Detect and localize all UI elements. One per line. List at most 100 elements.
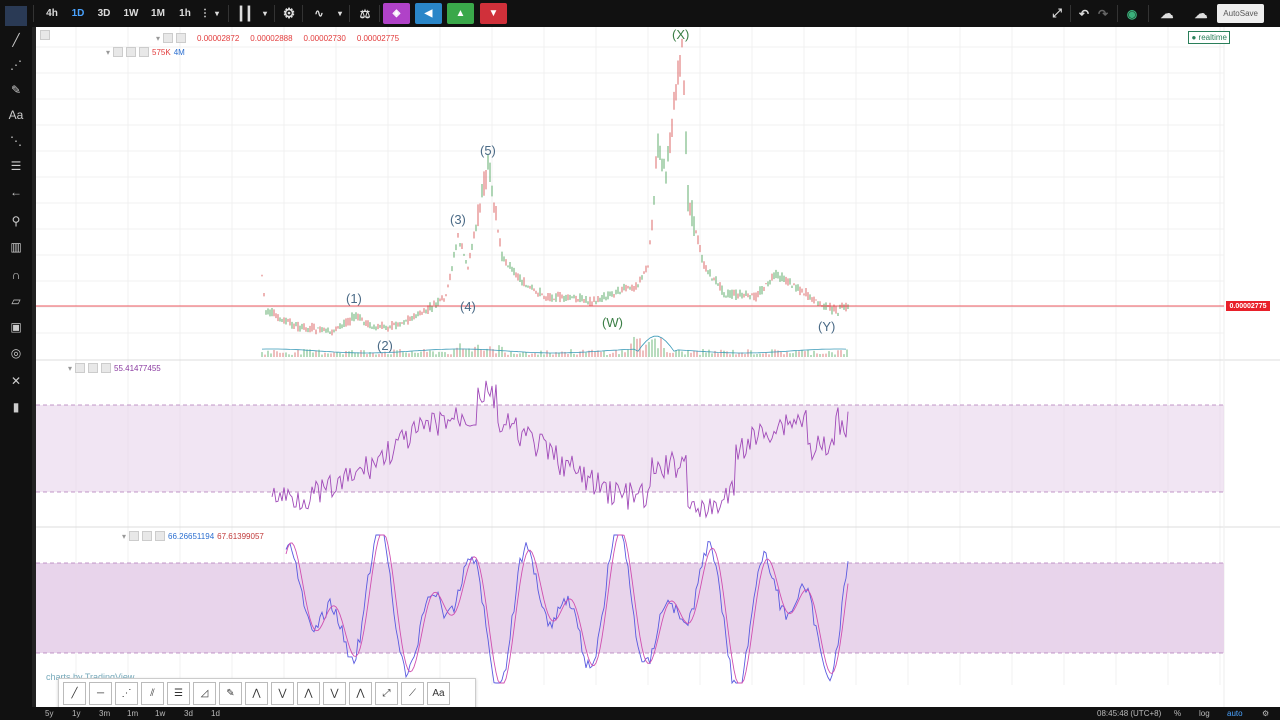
stoch-band	[36, 563, 1224, 653]
percent-toggle[interactable]: %	[1174, 708, 1181, 719]
candles-icon[interactable]: ┃┃	[234, 3, 256, 24]
rsi-legend: ▾ 55.41477455	[68, 363, 161, 373]
chart-area[interactable]: ▾ 0.00002872 0.00002888 0.00002730 0.000…	[36, 27, 1280, 707]
text-icon[interactable]: Aa	[5, 105, 27, 125]
path-tool-icon[interactable]: ⤢	[375, 681, 398, 705]
lock-icon[interactable]: ▣	[5, 317, 27, 337]
rsi-settings-icon[interactable]	[75, 363, 86, 373]
measure-icon[interactable]: ☰	[5, 156, 27, 176]
redo-icon[interactable]: ↷	[1092, 3, 1114, 24]
chart-canvas[interactable]	[36, 27, 1280, 707]
publish-idea-icon[interactable]: ◀	[415, 3, 442, 24]
volume-close-icon[interactable]	[139, 47, 150, 57]
buy-icon[interactable]: ▲	[447, 3, 474, 24]
settings-gear-icon[interactable]: ⚙	[1262, 708, 1269, 719]
wave-label-y: (Y)	[818, 319, 836, 334]
wave-label-1: (1)	[346, 291, 362, 306]
more-intervals-icon[interactable]: ⋮	[200, 3, 210, 24]
arrow-left-icon[interactable]: ←	[5, 182, 27, 202]
fib-tool-icon[interactable]: ☰	[167, 681, 190, 705]
interval-1m[interactable]: 1M	[148, 3, 168, 24]
indicators-dropdown-icon[interactable]: ▾	[333, 3, 347, 24]
stoch-d-value: 67.61399057	[217, 531, 264, 541]
compare-icon[interactable]: ⚖	[354, 3, 376, 24]
interval-1d[interactable]: 1D	[68, 3, 88, 24]
camera-icon[interactable]: ◉	[1121, 3, 1143, 24]
interval-dropdown-icon[interactable]: ▾	[210, 3, 224, 24]
chart-type-dropdown-icon[interactable]: ▾	[258, 3, 272, 24]
divider	[1148, 5, 1149, 22]
rsi-close-icon[interactable]	[101, 363, 112, 373]
tools-icon[interactable]: ✕	[5, 371, 27, 391]
volume-ma-line	[261, 335, 847, 354]
scripts-icon[interactable]: ◈	[383, 3, 410, 24]
pattern-icon[interactable]: ⋱	[5, 131, 27, 151]
legend-hide-icon[interactable]	[176, 33, 187, 43]
rsi-value: 55.41477455	[114, 363, 161, 373]
brush-icon[interactable]: ✎	[5, 80, 27, 100]
range-5y[interactable]: 5y	[45, 708, 53, 719]
range-1d[interactable]: 1d	[211, 708, 220, 719]
interval-1h[interactable]: 1h	[175, 3, 195, 24]
indicators-icon[interactable]: ∿	[308, 3, 330, 24]
stoch-hide-icon[interactable]	[142, 531, 153, 541]
horizontal-ray-tool-icon[interactable]: ─	[89, 681, 112, 705]
rsi-hide-icon[interactable]	[88, 363, 99, 373]
wave-tool-5-icon[interactable]: ⋀	[349, 681, 372, 705]
autosave-button[interactable]: AutoSave	[1217, 4, 1264, 23]
zoom-icon[interactable]: ⚲	[5, 211, 27, 231]
wave-tool-1-icon[interactable]: ⋀	[245, 681, 268, 705]
ruler-icon[interactable]: ▱	[5, 291, 27, 311]
channel-tool-icon[interactable]: ⫽	[141, 681, 164, 705]
eye-icon[interactable]: ◎	[5, 343, 27, 363]
main-legend: ▾ 0.00002872 0.00002888 0.00002730 0.000…	[156, 33, 400, 43]
divider	[33, 5, 34, 22]
stoch-settings-icon[interactable]	[129, 531, 140, 541]
interval-3d[interactable]: 3D	[94, 3, 114, 24]
wave-tool-4-icon[interactable]: ⋁	[323, 681, 346, 705]
interval-1w[interactable]: 1W	[121, 3, 141, 24]
range-1m[interactable]: 1m	[127, 708, 138, 719]
volume-settings-icon[interactable]	[113, 47, 124, 57]
cursor-icon[interactable]	[5, 6, 27, 26]
trendline-tool-icon[interactable]: ╱	[63, 681, 86, 705]
cloud-load-icon[interactable]: ☁	[1154, 3, 1180, 24]
pitchfork-tool-icon[interactable]: ⋰	[115, 681, 138, 705]
text-tool-icon[interactable]: Aa	[427, 681, 450, 705]
cloud-save-icon[interactable]: ☁	[1188, 3, 1214, 24]
range-3m[interactable]: 3m	[99, 708, 110, 719]
legend-settings-icon[interactable]	[163, 33, 174, 43]
wave-label-w: (W)	[602, 315, 623, 330]
range-1w[interactable]: 1w	[155, 708, 165, 719]
fan-tool-icon[interactable]: ◿	[193, 681, 216, 705]
bottom-bar: 5y 1y 3m 1m 1w 3d 1d 08:45:48 (UTC+8) % …	[0, 707, 1280, 720]
layout-toggle[interactable]	[40, 30, 50, 40]
brush-tool-icon[interactable]: ✎	[219, 681, 242, 705]
realtime-badge[interactable]: ● realtime	[1188, 31, 1230, 44]
auto-toggle[interactable]: auto	[1227, 708, 1243, 719]
wave-label-x: (X)	[672, 27, 690, 42]
drawing-toolbar: ╱ ─ ⋰ ⫽ ☰ ◿ ✎ ⋀ ⋁ ⋀ ⋁ ⋀ ⤢ ⟋ Aa	[58, 678, 476, 708]
divider	[349, 5, 350, 22]
trendline-icon[interactable]: ╱	[5, 30, 27, 50]
trash-icon[interactable]: ▮	[5, 397, 27, 417]
range-1y[interactable]: 1y	[72, 708, 80, 719]
fullscreen-icon[interactable]: ⤢	[1046, 3, 1068, 24]
divider	[274, 5, 275, 22]
bars-icon[interactable]: ▥	[5, 237, 27, 257]
log-toggle[interactable]: log	[1199, 708, 1210, 719]
clock[interactable]: 08:45:48 (UTC+8)	[1097, 708, 1161, 719]
volume-hide-icon[interactable]	[126, 47, 137, 57]
stoch-close-icon[interactable]	[155, 531, 166, 541]
wave-tool-3-icon[interactable]: ⋀	[297, 681, 320, 705]
gear-icon[interactable]: ⚙	[278, 3, 300, 24]
polyline-tool-icon[interactable]: ⟋	[401, 681, 424, 705]
wave-label-4: (4)	[460, 299, 476, 314]
pitchfork-icon[interactable]: ⋰	[5, 55, 27, 75]
wave-tool-2-icon[interactable]: ⋁	[271, 681, 294, 705]
magnet-icon[interactable]: ∩	[5, 265, 27, 285]
sell-icon[interactable]: ▼	[480, 3, 507, 24]
volume-ma-value: 4M	[173, 47, 185, 57]
interval-4h[interactable]: 4h	[42, 3, 62, 24]
range-3d[interactable]: 3d	[184, 708, 193, 719]
